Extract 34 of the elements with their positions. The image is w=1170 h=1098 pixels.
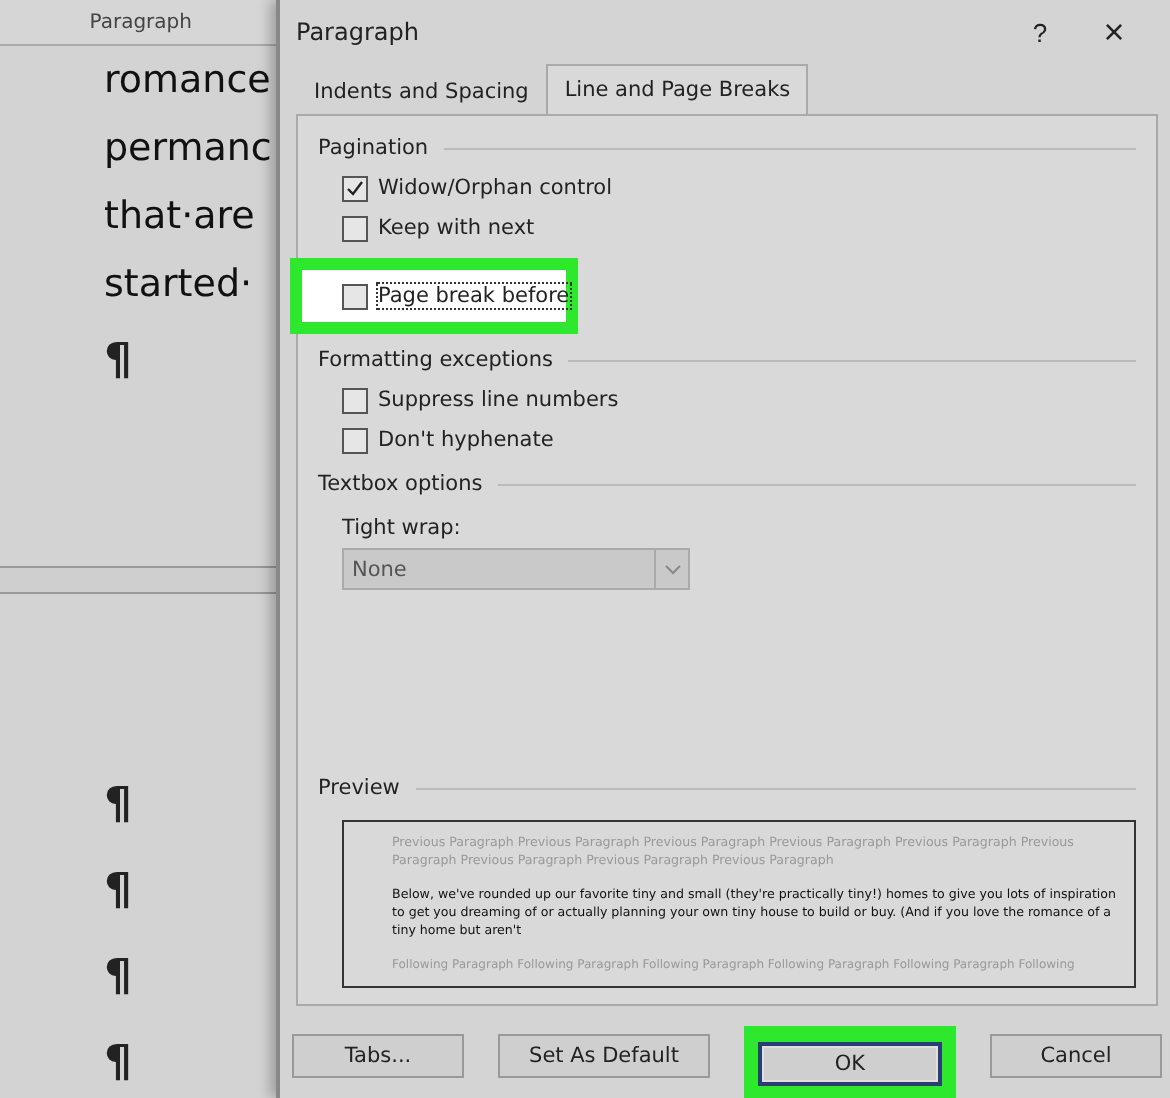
checkbox[interactable]	[342, 283, 368, 309]
dialog-button[interactable]: Set As Default	[498, 1034, 710, 1078]
paragraph-mark: ¶	[104, 864, 134, 920]
document-text: romance	[104, 56, 273, 106]
paragraph-mark: ¶	[104, 334, 134, 390]
checkbox-label[interactable]: Don't hyphenate	[378, 428, 554, 452]
close-button[interactable]: ×	[1070, 11, 1158, 53]
checkbox-label[interactable]: Widow/Orphan control	[378, 176, 613, 200]
checkbox[interactable]	[342, 215, 368, 241]
tab[interactable]: Line and Page Breaks	[546, 64, 809, 114]
dropdown[interactable]: None	[342, 548, 690, 590]
paragraph-mark: ¶	[104, 1036, 134, 1092]
checkbox-label[interactable]: Suppress line numbers	[378, 388, 619, 412]
document-text: permanc	[104, 124, 274, 174]
checkbox-label[interactable]: Keep with next	[378, 216, 535, 240]
document-text: that·are	[104, 192, 257, 242]
paragraph-mark: ¶	[104, 778, 134, 834]
checkbox[interactable]	[342, 427, 368, 453]
checkbox[interactable]	[342, 387, 368, 413]
document-text: started·	[104, 260, 255, 310]
ribbon-group-label: Paragraph	[89, 11, 192, 33]
section-title: Preview	[318, 776, 400, 800]
section-title: Textbox options	[318, 472, 483, 496]
window-title: Paragraph	[296, 18, 421, 46]
help-button[interactable]: ?	[1010, 17, 1070, 47]
paragraph-mark: ¶	[104, 950, 134, 1006]
chevron-down-icon	[663, 563, 681, 575]
field-label: Tight wrap:	[340, 516, 463, 540]
ok-button[interactable]: OK	[758, 1041, 942, 1085]
section-title: Pagination	[318, 136, 429, 160]
section-title: Formatting exceptions	[318, 348, 553, 372]
checkbox[interactable]	[342, 175, 368, 201]
dialog-button[interactable]: Cancel	[990, 1034, 1162, 1078]
dialog-button[interactable]: Tabs...	[292, 1034, 464, 1078]
